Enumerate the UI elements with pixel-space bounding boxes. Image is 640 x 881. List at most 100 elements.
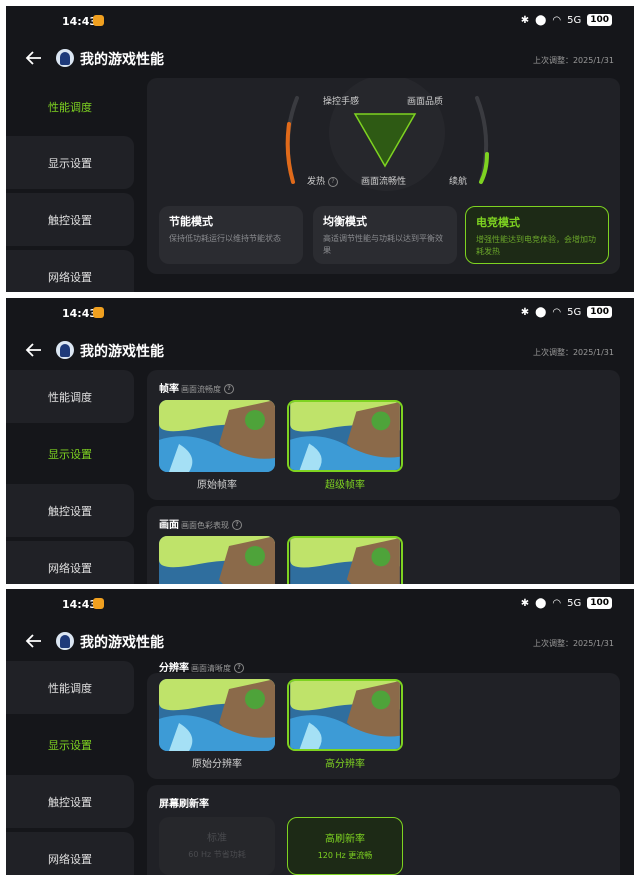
mode-power-saving[interactable]: 节能模式 保持低功耗运行以维持节能状态 (159, 206, 303, 264)
mode-desc: 保持低功耗运行以维持节能状态 (169, 234, 281, 243)
help-icon[interactable]: ? (224, 384, 234, 394)
section-title-refresh-rate: 屏幕刷新率 (159, 799, 209, 810)
battery-icon: 100 (587, 14, 612, 26)
label-fluency: 画面流畅性 (361, 177, 407, 187)
status-bar: 14:43 ✱ ⬤ ◠ 5G 100 (6, 298, 634, 328)
refresh-rate-title: 标准 (207, 833, 227, 844)
status-icons: ✱ ⬤ ◠ 5G 100 (521, 597, 612, 609)
status-bar: 14:43 ✱ ⬤ ◠ 5G 100 (6, 589, 634, 619)
back-arrow-icon[interactable] (24, 631, 44, 651)
resolution-card: 原始分辨率 高分辨率 (147, 673, 620, 779)
avatar (56, 341, 74, 359)
refresh-rate-desc: 60 Hz 节省功耗 (188, 850, 246, 859)
page-title: 我的游戏性能 (80, 52, 164, 68)
resolution-high-thumbnail[interactable] (287, 679, 403, 751)
sidebar-item-network[interactable]: 网络设置 (6, 541, 134, 584)
mode-balanced[interactable]: 均衡模式 高适调节性能与功耗以达到平衡效果 (313, 206, 457, 264)
help-icon[interactable]: ? (328, 176, 339, 187)
frame-rate-original-label: 原始帧率 (197, 480, 237, 491)
refresh-rate-high[interactable]: 高刷新率 120 Hz 更流畅 (287, 817, 403, 875)
battery-icon: 100 (587, 306, 612, 318)
mode-desc: 增强性能达到电竞体验，会增加功耗发热 (476, 235, 596, 256)
bluetooth-icon: ✱ (520, 597, 530, 609)
section-title-frame-rate: 帧率 画面流畅度? (159, 380, 234, 395)
wifi-icon: ◠ (552, 14, 562, 26)
frame-rate-original-thumbnail[interactable] (159, 400, 275, 472)
avatar (56, 632, 74, 650)
app-notification-icon (93, 307, 104, 318)
sidebar-item-display[interactable]: 显示设置 (6, 136, 134, 189)
picture-original-thumbnail[interactable] (159, 536, 275, 584)
mode-title: 电竞模式 (476, 216, 520, 229)
status-time: 14:43 (62, 307, 98, 320)
mode-title: 均衡模式 (323, 215, 367, 228)
location-icon: ⬤ (535, 597, 547, 609)
section-title-resolution: 分辨率 画面清晰度? (159, 659, 244, 674)
label-control: 操控手感 (323, 97, 360, 107)
picture-card: 画面 画面色彩表现? (147, 506, 620, 584)
refresh-rate-standard[interactable]: 标准 60 Hz 节省功耗 (159, 817, 275, 875)
help-icon[interactable]: ? (234, 663, 244, 673)
mode-esports[interactable]: 电竞模式 增强性能达到电竞体验，会增加功耗发热 (465, 206, 609, 264)
sidebar-item-touch[interactable]: 触控设置 (6, 775, 134, 828)
page-title: 我的游戏性能 (80, 635, 164, 651)
last-adjust-text: 上次调整：2025/1/31 (532, 56, 614, 65)
status-time: 14:43 (62, 598, 98, 611)
page-header: 我的游戏性能 上次调整：2025/1/31 (6, 42, 634, 78)
screenshot-display-resolution: 14:43 ✱ ⬤ ◠ 5G 100 我的游戏性能 上次调整：2025/1/31… (6, 589, 634, 875)
bluetooth-icon: ✱ (520, 14, 530, 26)
app-notification-icon (93, 598, 104, 609)
refresh-rate-desc: 120 Hz 更流畅 (317, 851, 373, 860)
location-icon: ⬤ (535, 14, 547, 26)
status-time: 14:43 (62, 15, 98, 28)
label-heat: 发热? (307, 174, 339, 187)
sidebar-item-network[interactable]: 网络设置 (6, 832, 134, 875)
status-icons: ✱ ⬤ ◠ 5G 100 (521, 306, 612, 318)
last-adjust-text: 上次调整：2025/1/31 (532, 348, 614, 357)
refresh-rate-title: 高刷新率 (325, 834, 365, 845)
page-title: 我的游戏性能 (80, 344, 164, 360)
label-quality: 画面品质 (407, 97, 444, 107)
frame-rate-card: 帧率 画面流畅度? 原始帧率 超级帧率 (147, 370, 620, 500)
mode-desc: 高适调节性能与功耗以达到平衡效果 (323, 234, 443, 255)
section-title-picture: 画面 画面色彩表现? (159, 516, 242, 531)
app-notification-icon (93, 15, 104, 26)
frame-rate-super-thumbnail[interactable] (287, 400, 403, 472)
signal-icon: 5G (567, 306, 582, 318)
avatar (56, 49, 74, 67)
back-arrow-icon[interactable] (24, 48, 44, 68)
sidebar-item-touch[interactable]: 触控设置 (6, 193, 134, 246)
wifi-icon: ◠ (552, 597, 562, 609)
sidebar-item-network[interactable]: 网络设置 (6, 250, 134, 292)
location-icon: ⬤ (535, 306, 547, 318)
last-adjust-text: 上次调整：2025/1/31 (532, 639, 614, 648)
mode-title: 节能模式 (169, 215, 213, 228)
battery-icon: 100 (587, 597, 612, 609)
sidebar-item-display[interactable]: 显示设置 (6, 718, 134, 771)
page-header: 我的游戏性能 上次调整：2025/1/31 (6, 625, 634, 661)
signal-icon: 5G (567, 597, 582, 609)
performance-card: 操控手感 画面品质 发热? 画面流畅性 续航 节能模式 保持低功耗运行以维持节能… (147, 78, 620, 274)
resolution-original-label: 原始分辨率 (192, 759, 242, 770)
screenshot-performance: 14:43 ✱ ⬤ ◠ 5G 100 我的游戏性能 上次调整：2025/1/31… (6, 6, 634, 292)
signal-icon: 5G (567, 14, 582, 26)
screenshot-display-framerate: 14:43 ✱ ⬤ ◠ 5G 100 我的游戏性能 上次调整：2025/1/31… (6, 298, 634, 584)
frame-rate-super-label: 超级帧率 (325, 480, 365, 491)
help-icon[interactable]: ? (232, 520, 242, 530)
sidebar-item-performance[interactable]: 性能调度 (6, 661, 134, 714)
wifi-icon: ◠ (552, 306, 562, 318)
refresh-rate-card: 屏幕刷新率 标准 60 Hz 节省功耗 高刷新率 120 Hz 更流畅 (147, 785, 620, 875)
sidebar-item-performance[interactable]: 性能调度 (6, 370, 134, 423)
status-icons: ✱ ⬤ ◠ 5G 100 (521, 14, 612, 26)
bluetooth-icon: ✱ (520, 306, 530, 318)
sidebar-item-performance[interactable]: 性能调度 (6, 80, 134, 133)
page-header: 我的游戏性能 上次调整：2025/1/31 (6, 334, 634, 370)
resolution-high-label: 高分辨率 (325, 759, 365, 770)
sidebar-item-display[interactable]: 显示设置 (6, 427, 134, 480)
resolution-original-thumbnail[interactable] (159, 679, 275, 751)
sidebar-item-touch[interactable]: 触控设置 (6, 484, 134, 537)
status-bar: 14:43 ✱ ⬤ ◠ 5G 100 (6, 6, 634, 36)
label-endurance: 续航 (449, 177, 468, 187)
back-arrow-icon[interactable] (24, 340, 44, 360)
picture-enhanced-thumbnail[interactable] (287, 536, 403, 584)
